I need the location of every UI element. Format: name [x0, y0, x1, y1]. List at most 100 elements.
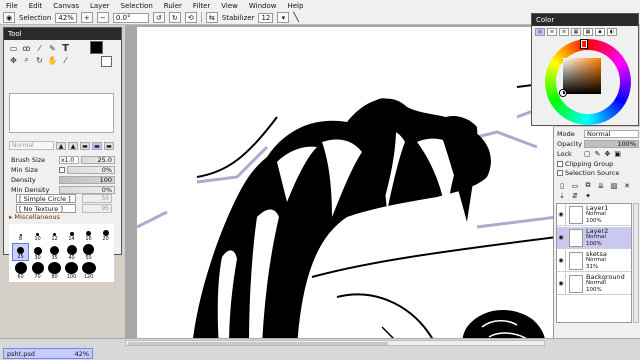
layer-list-scrollbar[interactable]	[633, 203, 639, 323]
opacity-slider[interactable]: 100%	[584, 140, 639, 148]
pipette-icon[interactable]: ⁄	[60, 55, 71, 65]
new-layer-icon[interactable]: ▯	[557, 181, 567, 190]
brush-shape-1-icon[interactable]: ▲	[56, 141, 66, 150]
rotate-left-icon[interactable]: ↺	[152, 12, 165, 23]
palette-tab-icon[interactable]: ▦	[571, 28, 581, 36]
move-icon[interactable]: ✥	[8, 55, 19, 65]
brush-shape-select[interactable]: [ Simple Circle ]	[16, 194, 76, 203]
zoom-out-icon[interactable]: −	[96, 12, 109, 23]
menu-window[interactable]: Window	[249, 2, 277, 10]
hue-marker-icon[interactable]	[581, 40, 587, 48]
brush-size-slider[interactable]: 25.0	[81, 155, 115, 164]
layer-effect-icon[interactable]: ✦	[583, 191, 593, 200]
size-preset[interactable]: 16	[80, 224, 97, 242]
flip-horizontal-icon[interactable]: ⇆	[205, 12, 218, 23]
document-tab[interactable]: psht.psd 42%	[3, 348, 93, 359]
size-preset[interactable]: 80	[46, 262, 63, 280]
rect-select-icon[interactable]: ▭	[8, 43, 19, 53]
texture-strength[interactable]: 95	[82, 204, 112, 213]
lock-paint-icon[interactable]: ✎	[595, 150, 601, 158]
shape-strength[interactable]: 50	[82, 194, 112, 203]
canvas-area[interactable]	[125, 25, 553, 338]
min-size-checkbox[interactable]	[59, 166, 65, 173]
brush-shape-4-icon[interactable]: ▬	[92, 141, 102, 150]
magic-wand-icon[interactable]: ⁄	[34, 43, 45, 53]
canvas-horizontal-scrollbar[interactable]	[125, 340, 545, 346]
scratchpad-tab-icon[interactable]: ◐	[607, 28, 617, 36]
rotate-tool-icon[interactable]: ↻	[34, 55, 45, 65]
rgb-slider-tab-icon[interactable]: ≡	[547, 28, 557, 36]
brush-shape-3-icon[interactable]: ▬	[80, 141, 90, 150]
brush-size-multiplier[interactable]: x1.0	[59, 155, 79, 164]
menu-help[interactable]: Help	[287, 2, 303, 10]
size-preset[interactable]: 60	[12, 262, 29, 280]
min-density-slider[interactable]: 0%	[59, 185, 115, 194]
lock-all-icon[interactable]: ▣	[614, 150, 621, 158]
lock-move-icon[interactable]: ✥	[605, 150, 611, 158]
blend-mode-select[interactable]: Normal	[9, 141, 54, 150]
lock-transparency-icon[interactable]: ▢	[584, 150, 591, 158]
stabilizer-field[interactable]: 12	[258, 12, 274, 23]
new-folder-icon[interactable]: ▭	[570, 181, 580, 190]
zoom-field[interactable]: 42%	[55, 12, 77, 23]
hsv-slider-tab-icon[interactable]: ≡	[559, 28, 569, 36]
menu-ruler[interactable]: Ruler	[164, 2, 182, 10]
menu-edit[interactable]: Edit	[29, 2, 43, 10]
layer-mode-select[interactable]: Normal	[584, 130, 639, 138]
size-preset[interactable]: 12	[46, 224, 63, 242]
menu-filter[interactable]: Filter	[193, 2, 210, 10]
rotation-field[interactable]: 0.0°	[112, 12, 149, 23]
size-preset[interactable]: 14	[63, 224, 80, 242]
saturation-value-square[interactable]	[563, 58, 601, 94]
rotate-reset-icon[interactable]: ⟲	[184, 12, 197, 23]
text-tool-icon[interactable]: T	[60, 43, 71, 54]
brush-shape-5-icon[interactable]: ▬	[104, 141, 114, 150]
brush-preset-area[interactable]	[9, 93, 114, 133]
texture-select[interactable]: [ No Texture ]	[16, 204, 76, 213]
visibility-eye-icon[interactable]: ◉	[557, 249, 566, 272]
selection-toggle-icon[interactable]: ◉	[3, 12, 15, 23]
min-size-slider[interactable]: 0%	[67, 165, 115, 174]
sv-marker-icon[interactable]	[560, 90, 566, 96]
layer-row-selected[interactable]: ◉ Layer2 Normal 100%	[557, 226, 631, 249]
menu-layer[interactable]: Layer	[90, 2, 110, 10]
size-preset[interactable]: 30	[29, 243, 46, 261]
zoom-in-icon[interactable]: +	[80, 12, 93, 23]
clear-layer-icon[interactable]: ▨	[609, 181, 619, 190]
visibility-eye-icon[interactable]: ◉	[557, 226, 566, 249]
transfer-down-icon[interactable]: ⇣	[557, 191, 567, 200]
size-preset[interactable]: 40	[63, 243, 80, 261]
merge-down-icon[interactable]: ⇊	[596, 181, 606, 190]
menu-file[interactable]: File	[6, 2, 18, 10]
foreground-color-swatch[interactable]	[90, 41, 103, 54]
size-preset[interactable]: 120	[80, 262, 97, 280]
hand-icon[interactable]: ✋	[47, 55, 58, 65]
size-preset[interactable]: 35	[46, 243, 63, 261]
size-preset-selected[interactable]: 25	[12, 243, 29, 261]
copy-layer-icon[interactable]: ⧉	[583, 181, 593, 190]
background-color-swatch[interactable]	[101, 56, 112, 67]
mixer-tab-icon[interactable]: ▦	[583, 28, 593, 36]
size-preset[interactable]: 8	[12, 224, 29, 242]
size-preset[interactable]: 50	[80, 243, 97, 261]
misc-section[interactable]: ▸ Miscellaneous	[9, 213, 60, 221]
layer-row[interactable]: ◉ Background Normal 100%	[557, 272, 631, 295]
menu-view[interactable]: View	[221, 2, 238, 10]
visibility-eye-icon[interactable]: ◉	[557, 203, 566, 226]
line-tool-icon[interactable]: ╲	[293, 13, 298, 23]
color-wheel-tab-icon[interactable]: ◎	[535, 28, 545, 36]
size-preset[interactable]: 100	[63, 262, 80, 280]
layer-row[interactable]: ◉ Layer1 Normal 100%	[557, 203, 631, 226]
brush-shape-2-icon[interactable]: ▲	[68, 141, 78, 150]
size-preset[interactable]: 20	[97, 224, 114, 242]
visibility-eye-icon[interactable]: ◉	[557, 272, 566, 295]
eyedropper-icon[interactable]: ✎	[47, 43, 58, 53]
size-preset[interactable]: 10	[29, 224, 46, 242]
scroll-thumb[interactable]	[128, 342, 388, 345]
hue-ring[interactable]	[545, 39, 631, 125]
menu-selection[interactable]: Selection	[121, 2, 153, 10]
menu-canvas[interactable]: Canvas	[53, 2, 79, 10]
drawing-canvas[interactable]	[136, 27, 553, 338]
density-slider[interactable]: 100	[59, 175, 115, 184]
layer-row[interactable]: ◉ sketsa Normal 31%	[557, 249, 631, 272]
